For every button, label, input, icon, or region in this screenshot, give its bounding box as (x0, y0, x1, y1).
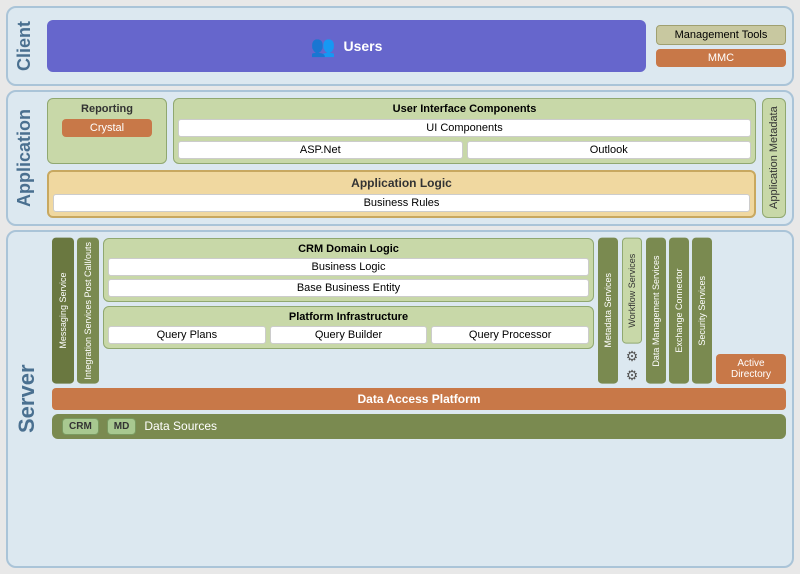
reporting-title: Reporting (81, 103, 133, 115)
md-db-icon: MD (107, 418, 137, 435)
query-processor-item: Query Processor (431, 326, 589, 344)
workflow-icons: ⚙ ⚙ (626, 348, 639, 384)
ui-components-box: User Interface Components UI Components … (173, 98, 756, 164)
app-logic-box: Application Logic Business Rules (47, 170, 756, 218)
workflow-svc-bar: Workflow Services (622, 238, 642, 344)
main-container: Client 👥 Users Management Tools MMC Appl… (0, 0, 800, 574)
data-sources-box: CRM MD Data Sources (52, 414, 786, 439)
server-content: Messaging Service Integration Services P… (46, 232, 792, 566)
server-label: Server (8, 232, 46, 566)
users-box: 👥 Users (47, 20, 646, 72)
workflow-col: Workflow Services ⚙ ⚙ (621, 238, 643, 384)
query-plans-item: Query Plans (108, 326, 266, 344)
business-rules-box: Business Rules (53, 194, 750, 212)
platform-box: Platform Infrastructure Query Plans Quer… (103, 306, 594, 349)
aspnet-box: ASP.Net (178, 141, 463, 159)
management-title: Management Tools (656, 25, 786, 45)
platform-row: Query Plans Query Builder Query Processo… (108, 326, 589, 344)
workflow-icon-1: ⚙ (626, 348, 639, 365)
server-right-services: Metadata Services Workflow Services ⚙ ⚙ … (598, 238, 712, 384)
workflow-icon-2: ⚙ (626, 367, 639, 384)
server-left-services: Messaging Service Integration Services P… (52, 238, 99, 384)
crm-platform-box: CRM Domain Logic Business Logic Base Bus… (103, 238, 594, 384)
users-icon: 👥 (311, 34, 336, 59)
app-logic-title: Application Logic (53, 176, 750, 190)
integration-service-bar: Integration Services Post Call/outs (77, 238, 99, 384)
client-layer: Client 👥 Users Management Tools MMC (6, 6, 794, 86)
crm-db-icon: CRM (62, 418, 99, 435)
crystal-box: Crystal (62, 119, 152, 137)
data-sources-row: CRM MD Data Sources (52, 414, 786, 439)
data-sources-label: Data Sources (144, 419, 217, 433)
messaging-service-bar: Messaging Service (52, 238, 74, 384)
app-top: Reporting Crystal User Interface Compone… (47, 98, 756, 164)
client-label: Client (8, 8, 41, 84)
crm-domain-box: CRM Domain Logic Business Logic Base Bus… (103, 238, 594, 302)
exchange-svc-bar: Exchange Connector (669, 238, 689, 384)
app-metadata: Application Metadata (762, 98, 786, 218)
active-directory-col: Active Directory (716, 238, 786, 384)
outlook-box: Outlook (467, 141, 752, 159)
ui-comp-row: UI Components (178, 119, 751, 137)
metadata-svc-bar: Metadata Services (598, 238, 618, 384)
active-directory-box: Active Directory (716, 354, 786, 384)
application-layer: Application Reporting Crystal User Inter… (6, 90, 794, 226)
query-builder-item: Query Builder (270, 326, 428, 344)
server-main-area: Messaging Service Integration Services P… (52, 238, 786, 384)
users-label: Users (343, 38, 382, 54)
platform-title: Platform Infrastructure (108, 311, 589, 323)
mmc-box: MMC (656, 49, 786, 67)
security-svc-bar: Security Services (692, 238, 712, 384)
crm-domain-title: CRM Domain Logic (108, 243, 589, 255)
application-content: Reporting Crystal User Interface Compone… (41, 92, 792, 224)
application-label: Application (8, 92, 41, 224)
app-left: Reporting Crystal User Interface Compone… (47, 98, 756, 218)
reporting-box: Reporting Crystal (47, 98, 167, 164)
server-layer: Server Messaging Service Integration Ser… (6, 230, 794, 568)
base-entity-row: Base Business Entity (108, 279, 589, 297)
data-access-bar: Data Access Platform (52, 388, 786, 410)
client-content: 👥 Users Management Tools MMC (41, 8, 792, 84)
management-tools-box: Management Tools MMC (656, 25, 786, 67)
data-mgmt-svc-bar: Data Management Services (646, 238, 666, 384)
ui-components-title: User Interface Components (178, 103, 751, 115)
ui-comp-row2: ASP.Net Outlook (178, 141, 751, 159)
business-logic-row: Business Logic (108, 258, 589, 276)
